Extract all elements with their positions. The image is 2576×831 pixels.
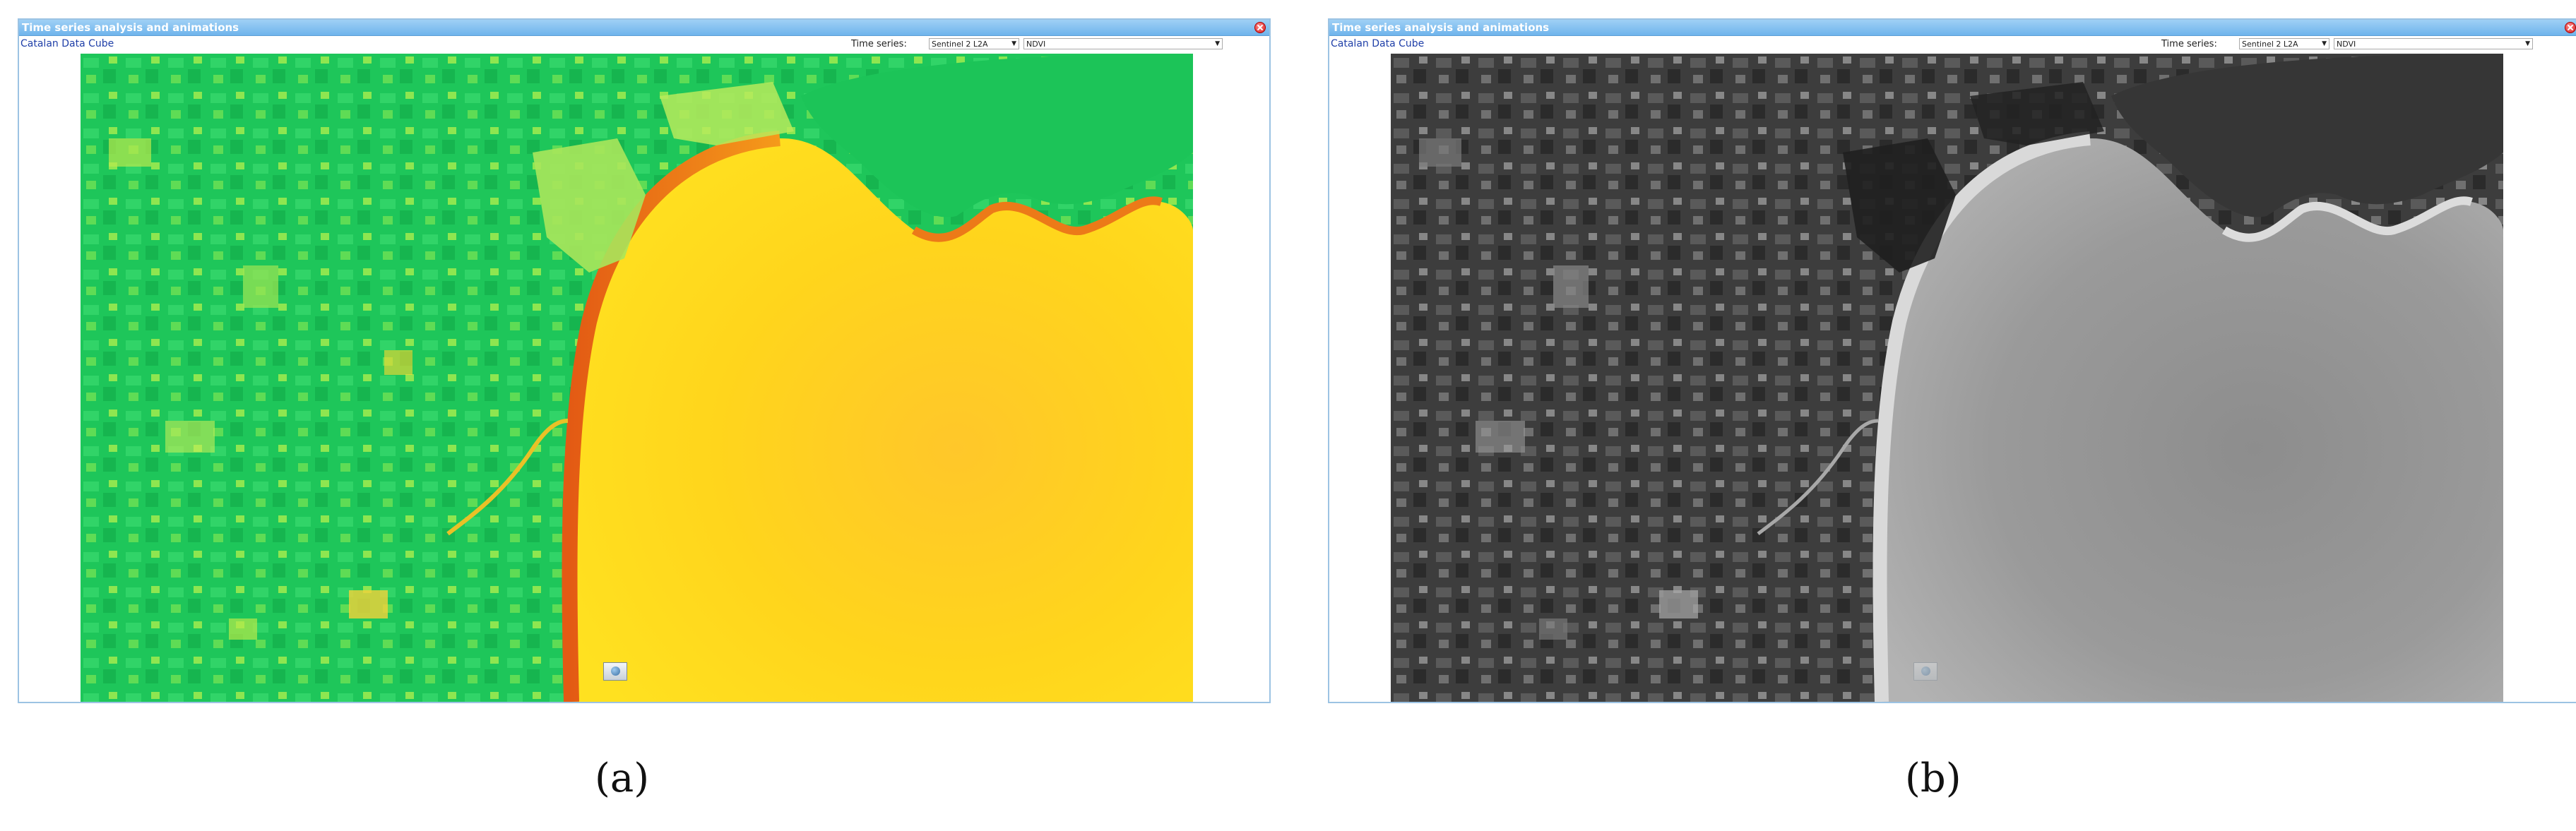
time-series-select[interactable]: Sentinel 2 L2A ▼	[2239, 38, 2329, 49]
caption-a: (a)	[595, 755, 650, 801]
window-title: Time series analysis and animations	[22, 21, 239, 34]
globe-icon[interactable]	[603, 662, 627, 681]
chevron-down-icon: ▼	[1215, 40, 1220, 47]
time-series-select[interactable]: Sentinel 2 L2A ▼	[929, 38, 1019, 49]
time-series-label: Time series:	[2161, 39, 2217, 49]
close-icon[interactable]	[2565, 22, 2576, 33]
chevron-down-icon: ▼	[2525, 40, 2530, 47]
time-series-value: Sentinel 2 L2A	[2242, 40, 2298, 49]
caption-b: (b)	[1905, 755, 1961, 801]
toolbar: Catalan Data Cube Time series: Sentinel …	[1329, 37, 2576, 52]
time-series-value: Sentinel 2 L2A	[932, 40, 988, 49]
chevron-down-icon: ▼	[1011, 40, 1016, 47]
grayscale-map-image	[1391, 54, 2503, 702]
brand-link[interactable]: Catalan Data Cube	[1331, 38, 1424, 49]
toolbar: Catalan Data Cube Time series: Sentinel …	[19, 37, 1269, 52]
window-title: Time series analysis and animations	[1332, 21, 1550, 34]
chevron-down-icon: ▼	[2322, 40, 2327, 47]
product-select[interactable]: NDVI ▼	[1023, 38, 1223, 49]
globe-icon[interactable]	[1913, 662, 1937, 681]
ndvi-map-image	[81, 54, 1193, 702]
map-view[interactable]	[81, 54, 1193, 702]
product-value: NDVI	[2337, 40, 2356, 49]
brand-link[interactable]: Catalan Data Cube	[20, 38, 114, 49]
time-series-label: Time series:	[851, 39, 907, 49]
title-bar: Time series analysis and animations	[1329, 20, 2576, 36]
app-window-ndvi: Time series analysis and animations Cata…	[18, 18, 1271, 703]
product-select[interactable]: NDVI ▼	[2334, 38, 2533, 49]
title-bar: Time series analysis and animations	[19, 20, 1269, 36]
map-view[interactable]	[1391, 54, 2503, 702]
product-value: NDVI	[1026, 40, 1046, 49]
app-window-grayscale: Time series analysis and animations Cata…	[1328, 18, 2576, 703]
close-icon[interactable]	[1254, 22, 1266, 33]
